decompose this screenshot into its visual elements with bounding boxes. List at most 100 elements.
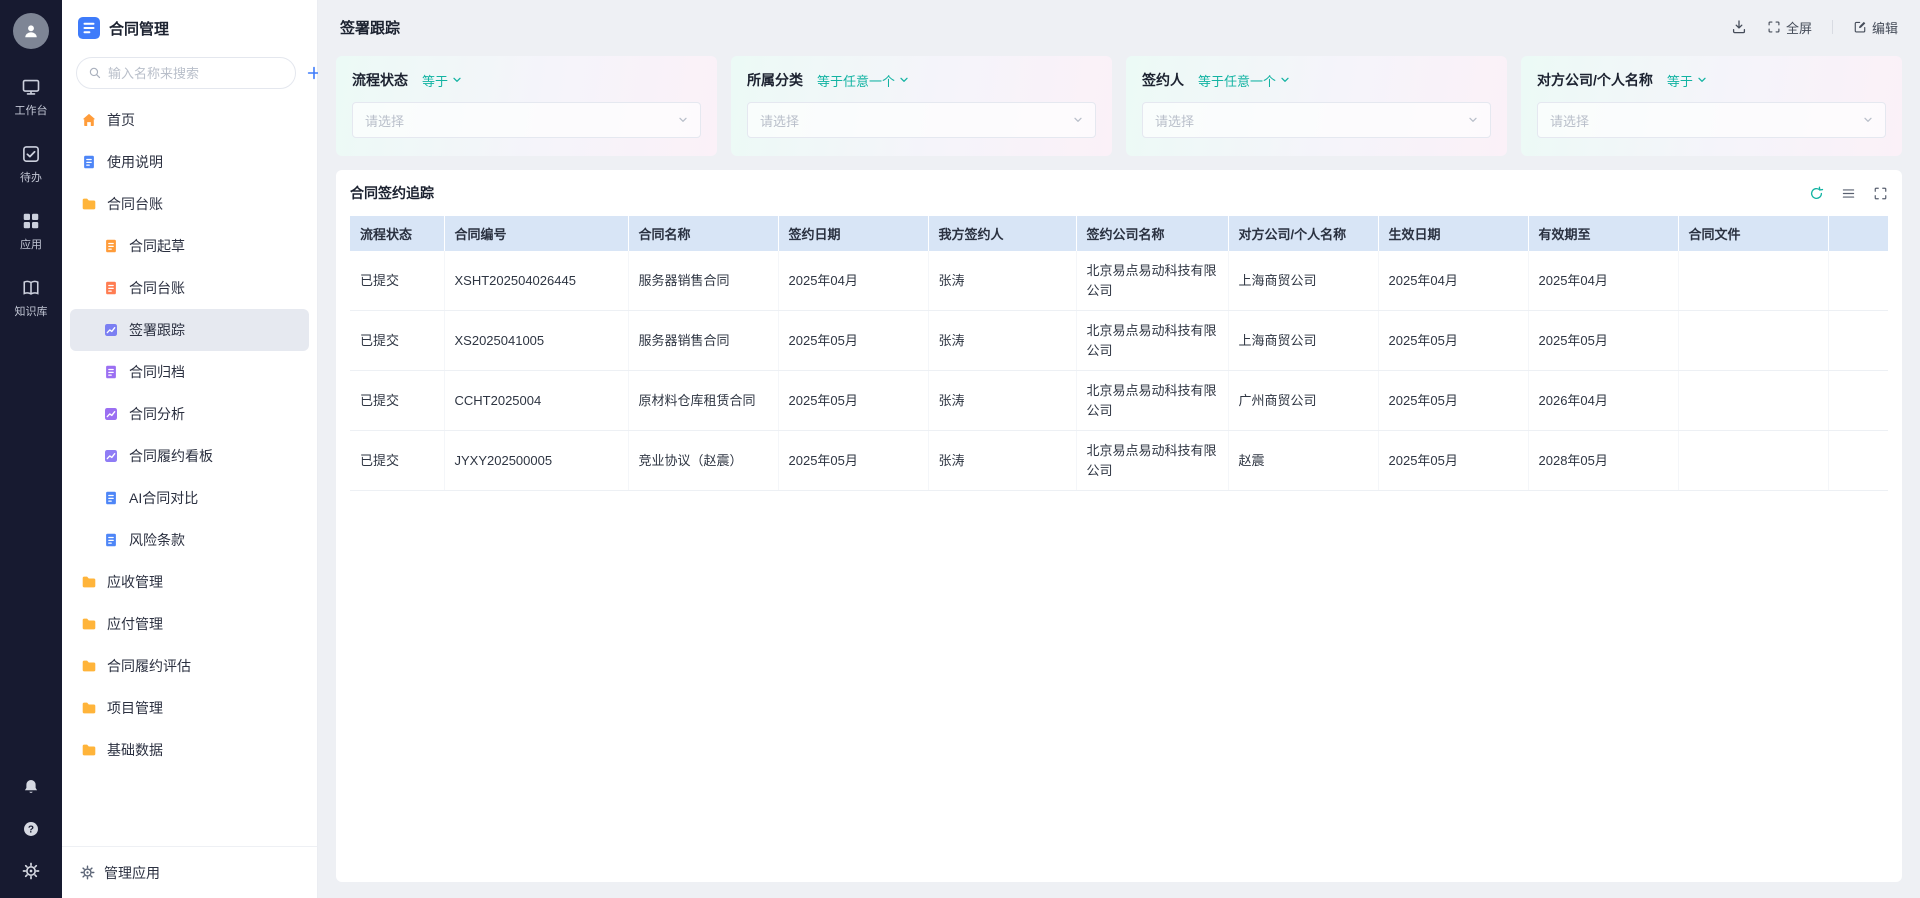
rail-bottom: ? [22, 778, 40, 880]
table-cell: 2025年05月 [778, 311, 928, 371]
sidebar-item-合同起草[interactable]: 合同起草 [70, 225, 309, 267]
table-cell: 上海商贸公司 [1228, 251, 1378, 311]
table-cell: 张涛 [928, 251, 1076, 311]
gear-icon[interactable] [22, 862, 40, 880]
column-header[interactable]: 流程状态 [350, 216, 444, 251]
rail-item-应用[interactable]: 应用 [20, 211, 42, 252]
chevron-down-icon [1697, 75, 1707, 85]
filter-operator[interactable]: 等于 [422, 71, 462, 90]
table-row[interactable]: 已提交JYXY202500005竞业协议（赵震）2025年05月张涛北京易点易动… [350, 431, 1888, 491]
sidebar-item-label: 使用说明 [107, 152, 163, 172]
table-cell: 2026年04月 [1528, 371, 1678, 431]
column-header[interactable]: 对方公司/个人名称 [1228, 216, 1378, 251]
sidebar-item-合同归档[interactable]: 合同归档 [70, 351, 309, 393]
column-header[interactable]: 签约公司名称 [1076, 216, 1228, 251]
table-cell: 2025年05月 [1378, 431, 1528, 491]
main-area: 签署跟踪 全屏 编辑 流程状态 等于 请选择 所属分类 等于任意一个 请选择 签… [318, 0, 1920, 898]
sidebar-item-首页[interactable]: 首页 [70, 99, 309, 141]
sidebar-item-项目管理[interactable]: 项目管理 [70, 687, 309, 729]
sidebar-item-AI合同对比[interactable]: AI合同对比 [70, 477, 309, 519]
app-logo-icon [78, 17, 100, 39]
filter-operator[interactable]: 等于任意一个 [817, 71, 909, 90]
manage-apps-label: 管理应用 [104, 863, 160, 883]
table-cell: 服务器销售合同 [628, 311, 778, 371]
search-box[interactable] [76, 57, 296, 89]
column-header[interactable]: 合同名称 [628, 216, 778, 251]
doc-icon [103, 532, 119, 548]
sidebar-item-使用说明[interactable]: 使用说明 [70, 141, 309, 183]
chevron-down-icon [1073, 115, 1083, 125]
sidebar-item-风险条款[interactable]: 风险条款 [70, 519, 309, 561]
column-header[interactable]: 合同文件 [1678, 216, 1828, 251]
sidebar-item-label: 风险条款 [129, 530, 185, 550]
expand-icon[interactable] [1873, 186, 1888, 201]
column-header[interactable]: 有效期至 [1528, 216, 1678, 251]
home-icon [81, 112, 97, 128]
sidebar-item-签署跟踪[interactable]: 签署跟踪 [70, 309, 309, 351]
table-row[interactable]: 已提交XSHT202504026445服务器销售合同2025年04月张涛北京易点… [350, 251, 1888, 311]
sidebar-item-应付管理[interactable]: 应付管理 [70, 603, 309, 645]
column-header[interactable]: 签约日期 [778, 216, 928, 251]
sidebar-item-label: 合同台账 [129, 278, 185, 298]
sidebar-item-合同履约看板[interactable]: 合同履约看板 [70, 435, 309, 477]
folder-icon [81, 658, 97, 674]
filter-label: 对方公司/个人名称 [1537, 70, 1653, 90]
search-icon [88, 66, 102, 80]
sidebar-item-应收管理[interactable]: 应收管理 [70, 561, 309, 603]
filter-select[interactable]: 请选择 [747, 102, 1096, 138]
refresh-icon[interactable] [1809, 186, 1824, 201]
list-view-icon[interactable] [1841, 186, 1856, 201]
table-cell: 2025年05月 [1378, 311, 1528, 371]
table-cell: 广州商贸公司 [1228, 371, 1378, 431]
doc-icon [81, 154, 97, 170]
sidebar-item-合同台账[interactable]: 合同台账 [70, 267, 309, 309]
folder-icon [81, 616, 97, 632]
bell-icon[interactable] [22, 778, 40, 796]
chart-icon [103, 448, 119, 464]
filter-card-0: 流程状态 等于 请选择 [336, 56, 717, 156]
table-scroll-area[interactable]: 流程状态合同编号合同名称签约日期我方签约人签约公司名称对方公司/个人名称生效日期… [350, 216, 1888, 872]
user-avatar[interactable] [13, 13, 49, 49]
column-header[interactable]: 我方签约人 [928, 216, 1076, 251]
sidebar-menu: 首页使用说明合同台账合同起草合同台账签署跟踪合同归档合同分析合同履约看板AI合同… [62, 95, 317, 846]
column-header[interactable]: 合同编号 [444, 216, 628, 251]
chevron-down-icon [1863, 115, 1873, 125]
table-cell: 北京易点易动科技有限公司 [1076, 251, 1228, 311]
rail-item-工作台[interactable]: 工作台 [15, 77, 48, 118]
chevron-down-icon [452, 75, 462, 85]
filter-operator[interactable]: 等于任意一个 [1198, 71, 1290, 90]
topbar: 签署跟踪 全屏 编辑 [318, 0, 1920, 54]
sidebar-item-基础数据[interactable]: 基础数据 [70, 729, 309, 771]
column-header[interactable]: 生效日期 [1378, 216, 1528, 251]
sidebar-item-合同履约评估[interactable]: 合同履约评估 [70, 645, 309, 687]
help-icon[interactable]: ? [22, 820, 40, 838]
filter-select[interactable]: 请选择 [1142, 102, 1491, 138]
manage-apps-button[interactable]: 管理应用 [62, 846, 317, 898]
table-row[interactable]: 已提交CCHT2025004原材料仓库租赁合同2025年05月张涛北京易点易动科… [350, 371, 1888, 431]
table-row[interactable]: 已提交XS2025041005服务器销售合同2025年05月张涛北京易点易动科技… [350, 311, 1888, 371]
sidebar-item-label: 应收管理 [107, 572, 163, 592]
table-cell: 已提交 [350, 431, 444, 491]
rail-item-label: 工作台 [15, 102, 48, 118]
filter-operator[interactable]: 等于 [1667, 71, 1707, 90]
rail-menu: 工作台待办应用知识库 [15, 77, 48, 319]
filter-select[interactable]: 请选择 [1537, 102, 1886, 138]
fullscreen-button[interactable]: 全屏 [1767, 18, 1812, 37]
sidebar-item-合同台账[interactable]: 合同台账 [70, 183, 309, 225]
table-cell: 张涛 [928, 371, 1076, 431]
edit-button[interactable]: 编辑 [1853, 18, 1898, 37]
rail-item-知识库[interactable]: 知识库 [15, 278, 48, 319]
download-icon[interactable] [1731, 19, 1747, 35]
sidebar-item-合同分析[interactable]: 合同分析 [70, 393, 309, 435]
table-tools [1809, 186, 1888, 201]
table-cell [1678, 371, 1828, 431]
table-cell: 已提交 [350, 371, 444, 431]
table-cell: 上海商贸公司 [1228, 311, 1378, 371]
rail-item-待办[interactable]: 待办 [20, 144, 42, 185]
table-card: 合同签约追踪 流程状态合同编号合同名称签约日期我方签约人签约公司名称对方公司/个… [336, 170, 1902, 882]
table-cell: 已提交 [350, 251, 444, 311]
sidebar-item-label: 应付管理 [107, 614, 163, 634]
filter-select[interactable]: 请选择 [352, 102, 701, 138]
table-cell: 2025年04月 [1378, 251, 1528, 311]
search-input[interactable] [108, 66, 284, 81]
